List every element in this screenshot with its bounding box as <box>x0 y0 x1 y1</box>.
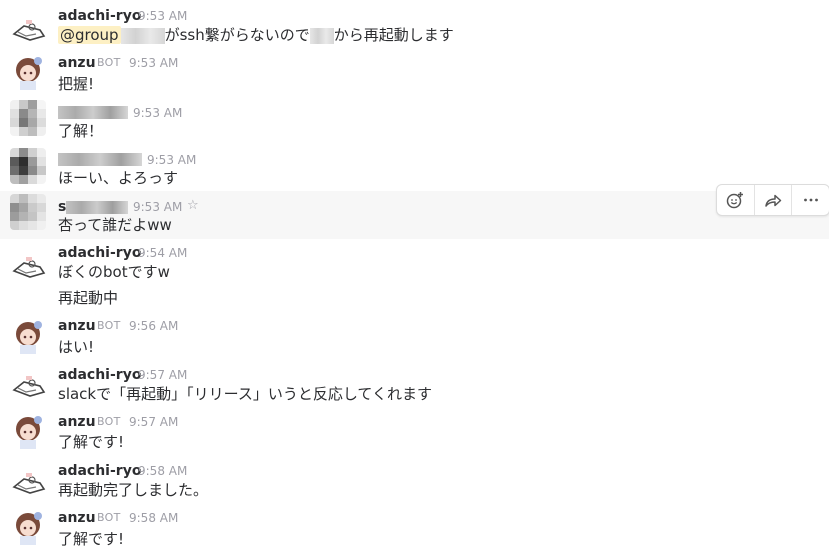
redacted-author-name <box>58 153 142 166</box>
more-actions-button[interactable] <box>792 185 829 215</box>
author-name[interactable]: anzu <box>58 413 96 431</box>
message-text: 了解！ <box>58 122 104 140</box>
message-adachi-ryo-2[interactable]: adachi-ryo 9:54 AM ぼくのbotですw 再起動中 <box>0 239 829 311</box>
message-text: @group がssh繋がらないので から再起動します <box>58 24 454 46</box>
message-anzu-2[interactable]: anzu BOT 9:56 AM はい! <box>0 313 829 361</box>
author-name[interactable]: adachi-ryo <box>58 366 141 384</box>
author-name[interactable]: adachi-ryo <box>58 7 141 25</box>
timestamp[interactable]: 9:56 AM <box>129 317 178 335</box>
redacted-text <box>120 27 165 44</box>
timestamp[interactable]: 9:57 AM <box>129 413 178 431</box>
share-icon <box>765 194 782 207</box>
message-anzu-4[interactable]: anzu BOT 9:58 AM 了解です! <box>0 505 829 559</box>
message-anzu-1[interactable]: anzu BOT 9:53 AM 把握! <box>0 50 829 97</box>
message-text: 了解です! <box>58 433 125 451</box>
author-name[interactable]: adachi-ryo <box>58 244 141 262</box>
timestamp[interactable]: 9:53 AM <box>133 104 182 122</box>
timestamp[interactable]: 9:53 AM <box>138 7 187 25</box>
message-adachi-ryo-4[interactable]: adachi-ryo 9:58 AM 再起動完了しました。 <box>0 457 829 505</box>
bot-badge: BOT <box>97 319 121 332</box>
author-name[interactable]: adachi-ryo <box>58 462 141 480</box>
redacted-author-name <box>58 106 128 119</box>
message-text: 再起動中 <box>58 289 119 307</box>
bot-badge: BOT <box>97 56 121 69</box>
group-mention[interactable]: @group <box>58 26 121 44</box>
timestamp[interactable]: 9:58 AM <box>138 462 187 480</box>
author-name[interactable]: anzu <box>58 317 96 335</box>
add-reaction-icon <box>727 192 744 209</box>
message-text-part: から再起動します <box>333 26 454 44</box>
more-actions-icon <box>803 198 818 202</box>
avatar[interactable] <box>10 12 46 48</box>
avatar[interactable] <box>10 509 46 545</box>
message-redacted-user-1[interactable]: 9:53 AM 了解！ <box>0 97 829 144</box>
avatar[interactable] <box>10 413 46 449</box>
avatar[interactable] <box>10 465 46 501</box>
redacted-text <box>309 27 334 44</box>
message-text: ほーい、よろっす <box>58 169 179 187</box>
message-anzu-3[interactable]: anzu BOT 9:57 AM 了解です! <box>0 409 829 457</box>
message-text: 把握! <box>58 75 95 93</box>
message-adachi-ryo-3[interactable]: adachi-ryo 9:57 AM slackで「再起動」「リリース」いうと反… <box>0 361 829 409</box>
author-name[interactable]: anzu <box>58 509 96 527</box>
message-adachi-ryo-1[interactable]: adachi-ryo 9:53 AM @group がssh繋がらないので から再起… <box>0 0 829 50</box>
avatar[interactable] <box>10 249 46 285</box>
message-text: slackで「再起動」「リリース」いうと反応してくれます <box>58 385 432 403</box>
avatar[interactable] <box>10 194 46 230</box>
author-name[interactable]: anzu <box>58 54 96 72</box>
star-icon[interactable]: ☆ <box>187 197 199 215</box>
bot-badge: BOT <box>97 511 121 524</box>
message-text: 再起動完了しました。 <box>58 481 209 499</box>
message-text-part: がssh繋がらないので <box>164 26 310 44</box>
avatar[interactable] <box>10 368 46 404</box>
message-s-user[interactable]: s 9:53 AM ☆ 杏って誰だよww <box>0 191 829 239</box>
timestamp[interactable]: 9:53 AM <box>129 54 178 72</box>
share-button[interactable] <box>755 185 793 215</box>
avatar[interactable] <box>10 318 46 354</box>
bot-badge: BOT <box>97 415 121 428</box>
message-text: ぼくのbotですw <box>58 263 170 281</box>
avatar[interactable] <box>10 54 46 90</box>
timestamp[interactable]: 9:58 AM <box>129 509 178 527</box>
avatar[interactable] <box>10 148 46 184</box>
avatar[interactable] <box>10 100 46 136</box>
redacted-author-name <box>66 201 128 214</box>
message-redacted-user-2[interactable]: 9:53 AM ほーい、よろっす <box>0 144 829 191</box>
message-text: 了解です! <box>58 530 125 548</box>
timestamp[interactable]: 9:54 AM <box>138 244 187 262</box>
message-text: 杏って誰だよww <box>58 216 172 234</box>
message-text: はい! <box>58 338 95 356</box>
message-actions-toolbar <box>716 184 829 216</box>
add-reaction-button[interactable] <box>717 185 755 215</box>
timestamp[interactable]: 9:57 AM <box>138 366 187 384</box>
